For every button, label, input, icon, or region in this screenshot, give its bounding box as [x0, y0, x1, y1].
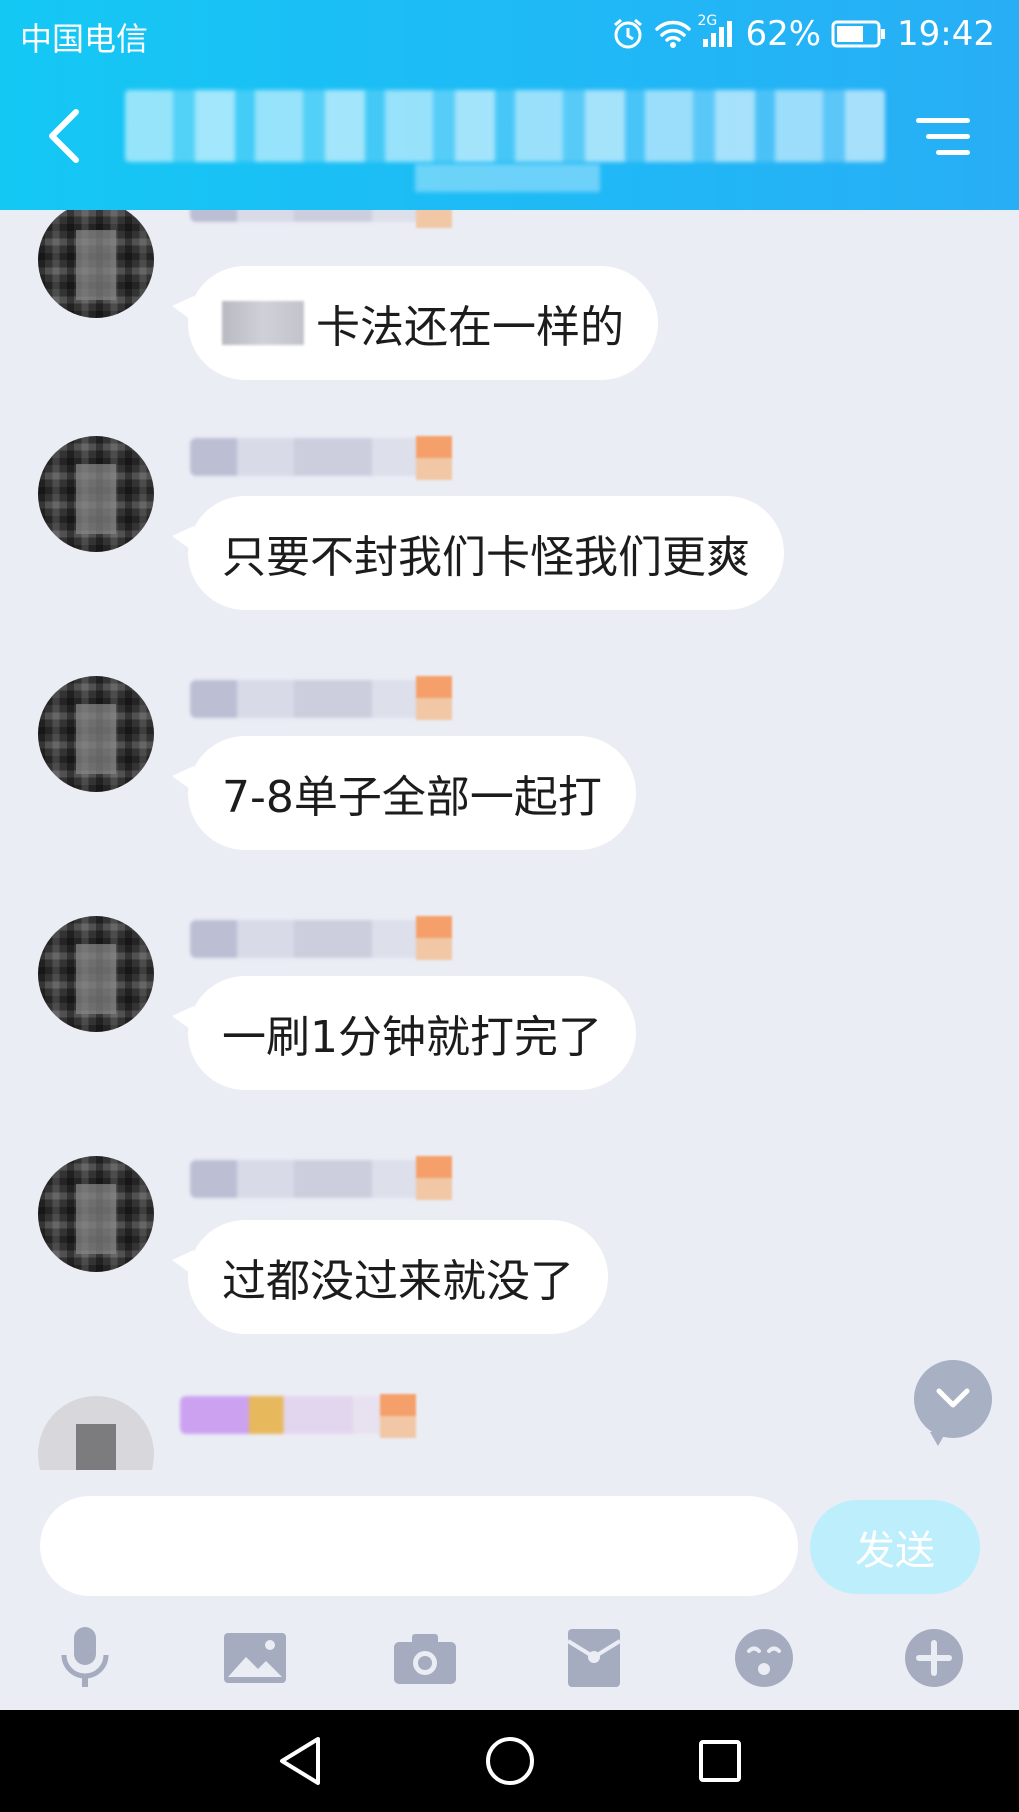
carrier-label: 中国电信	[20, 20, 149, 58]
menu-button[interactable]	[910, 106, 976, 166]
level-badge	[380, 1394, 416, 1438]
message-text: 只要不封我们卡怪我们更爽	[222, 532, 750, 583]
message-bubble[interactable]: 只要不封我们卡怪我们更爽	[172, 496, 784, 610]
scroll-to-bottom-button[interactable]	[914, 1360, 992, 1446]
navigation-bar	[0, 1710, 1019, 1812]
image-icon	[223, 1633, 286, 1683]
triangle-back-icon	[279, 1737, 320, 1785]
avatar[interactable]	[38, 1396, 154, 1470]
header: 中国电信 2G 62% 19:42	[0, 0, 1019, 210]
level-badge	[416, 916, 452, 960]
input-area: 发送	[0, 1470, 1019, 1710]
chevron-down-icon	[936, 1388, 970, 1408]
chevron-left-icon	[49, 109, 79, 163]
message-bubble[interactable]: 一刷1分钟就打完了	[172, 976, 636, 1090]
avatar[interactable]	[38, 436, 154, 552]
message-text: 一刷1分钟就打完了	[222, 1012, 602, 1063]
back-button[interactable]	[34, 104, 94, 168]
more-button[interactable]	[849, 1618, 1019, 1698]
level-badge	[416, 676, 452, 720]
level-badge	[416, 436, 452, 480]
plus-icon	[905, 1629, 964, 1687]
emoji-icon	[735, 1629, 794, 1687]
camera-button[interactable]	[340, 1618, 510, 1698]
redacted-text	[222, 301, 304, 345]
sender-name-redacted	[190, 210, 450, 222]
battery-percent: 62%	[745, 14, 822, 54]
avatar[interactable]	[38, 916, 154, 1032]
menu-icon	[916, 118, 970, 123]
circle-home-icon	[485, 1737, 534, 1785]
message-bubble[interactable]: 7-8单子全部一起打	[172, 736, 636, 850]
message-bubble[interactable]: 过都没过来就没了	[172, 1220, 608, 1334]
battery-icon	[831, 20, 887, 48]
clock: 19:42	[897, 14, 995, 54]
square-recents-icon	[698, 1740, 741, 1782]
voice-button[interactable]	[0, 1618, 170, 1698]
status-icons: 2G 62% 19:42	[611, 10, 995, 58]
emoji-button[interactable]	[679, 1618, 849, 1698]
avatar[interactable]	[38, 1156, 154, 1272]
network-type: 2G	[697, 13, 718, 29]
camera-icon	[393, 1634, 456, 1684]
chat-area[interactable]: 卡法还在一样的 只要不封我们卡怪我们更爽 7-8单子全部一起打 一刷1分钟就打完…	[0, 210, 1019, 1470]
nav-back-button[interactable]	[270, 1731, 330, 1791]
red-packet-icon	[567, 1629, 622, 1687]
microphone-icon	[61, 1627, 109, 1687]
sender-name-redacted	[190, 920, 450, 958]
avatar[interactable]	[38, 676, 154, 792]
message-input[interactable]	[40, 1496, 798, 1596]
wifi-icon	[655, 19, 692, 49]
sender-name-redacted	[190, 438, 450, 476]
input-toolbar	[0, 1618, 1019, 1698]
message-text: 7-8单子全部一起打	[222, 772, 602, 823]
image-button[interactable]	[170, 1618, 340, 1698]
message-text: 卡法还在一样的	[316, 302, 624, 353]
chat-title-redacted	[125, 90, 885, 162]
alarm-icon	[611, 17, 645, 51]
nav-home-button[interactable]	[480, 1731, 540, 1791]
status-bar: 中国电信 2G 62% 19:42	[0, 0, 1019, 68]
send-button[interactable]: 发送	[810, 1500, 980, 1594]
signal-icon: 2G	[697, 13, 735, 49]
sender-name-redacted	[190, 1160, 450, 1198]
nav-recents-button[interactable]	[690, 1731, 750, 1791]
message-bubble[interactable]: 卡法还在一样的	[172, 266, 658, 380]
red-packet-button[interactable]	[509, 1618, 679, 1698]
message-text: 过都没过来就没了	[222, 1256, 574, 1307]
title-bar	[0, 68, 1019, 210]
level-badge	[416, 1156, 452, 1200]
sender-name-redacted	[180, 1396, 410, 1434]
avatar[interactable]	[38, 210, 154, 318]
level-badge	[416, 210, 452, 228]
chat-subtitle-redacted	[415, 164, 600, 192]
sender-name-redacted	[190, 680, 450, 718]
